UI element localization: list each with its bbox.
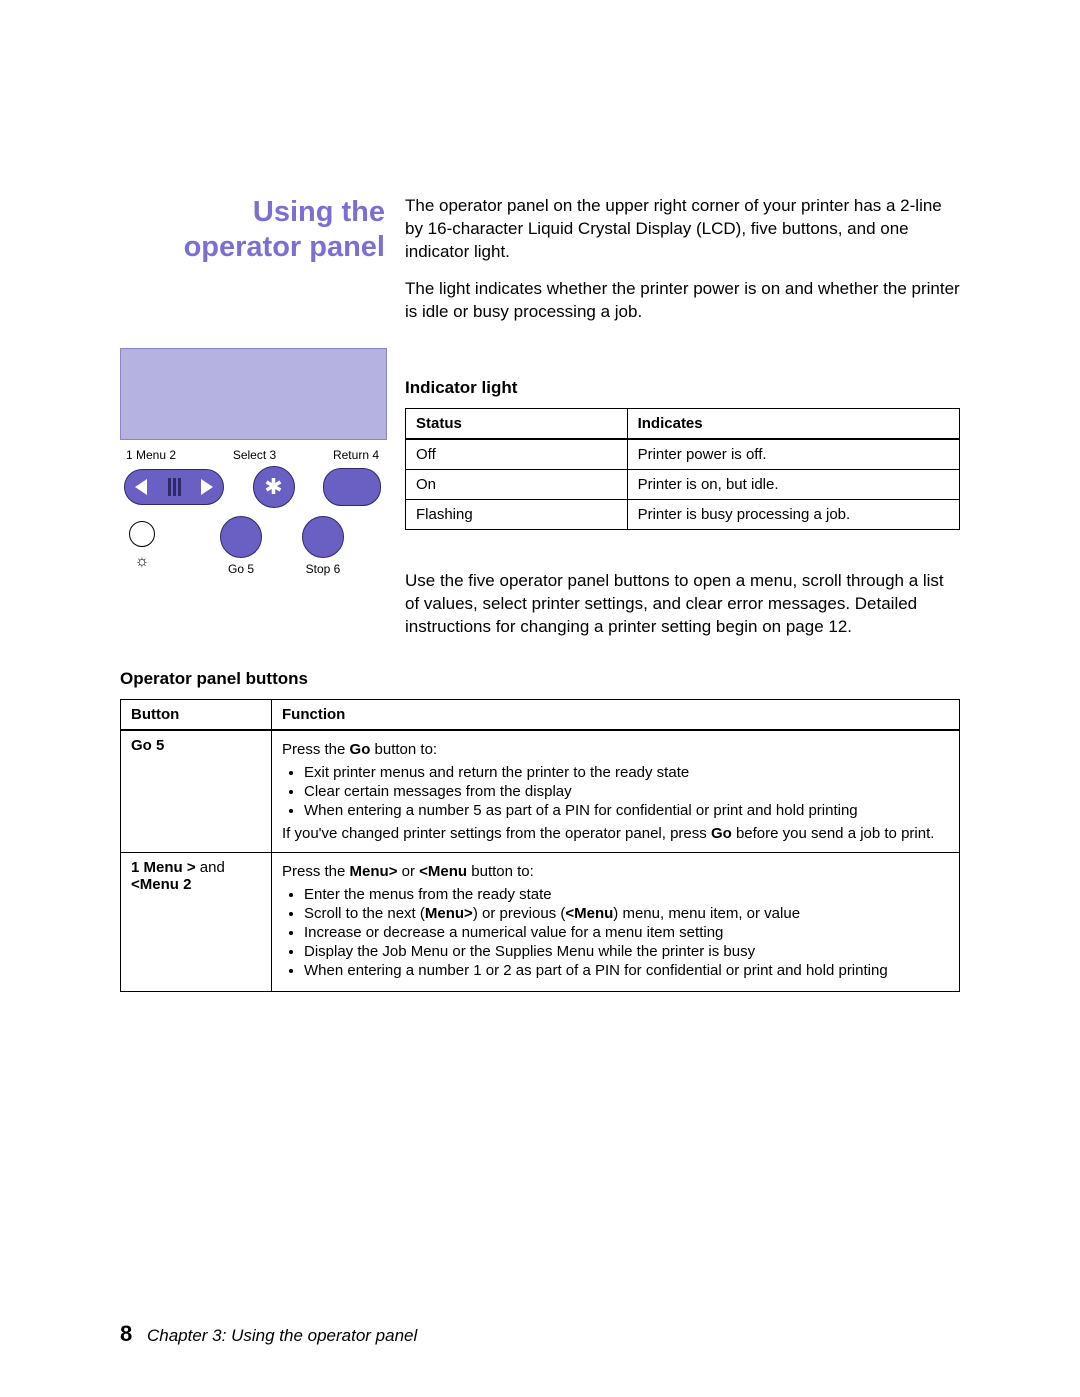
table-row: Go 5 Press the Go button to: Exit printe… <box>121 730 960 853</box>
go-col: Go 5 <box>220 516 262 576</box>
bold-text: Go <box>350 741 371 758</box>
cell-indicates: Printer is on, but idle. <box>627 469 959 499</box>
chapter-title: Chapter 3: Using the operator panel <box>147 1326 417 1345</box>
button-labels-row: 1 Menu 2 Select 3 Return 4 <box>120 448 385 466</box>
col-button: Button <box>121 699 272 730</box>
select-button-icon: ✱ <box>253 466 295 508</box>
cell-status: Flashing <box>406 499 628 529</box>
col-function: Function <box>272 699 960 730</box>
label-menu: 1 Menu 2 <box>126 448 176 462</box>
cell-status: On <box>406 469 628 499</box>
list-item: When entering a number 1 or 2 as part of… <box>304 962 949 979</box>
go-intro: Press the Go button to: <box>282 741 949 758</box>
header-row: Using the operator panel The operator pa… <box>120 195 960 338</box>
intro-text: The operator panel on the upper right co… <box>405 195 960 338</box>
list-item: Exit printer menus and return the printe… <box>304 764 949 781</box>
cell-status: Off <box>406 439 628 470</box>
table-row: Off Printer power is off. <box>406 439 960 470</box>
text: Press the <box>282 741 350 758</box>
list-item: Enter the menus from the ready state <box>304 886 949 903</box>
label-return: Return 4 <box>333 448 379 462</box>
title-line2: operator panel <box>184 231 385 263</box>
list-item: When entering a number 5 as part of a PI… <box>304 802 949 819</box>
return-button-icon <box>323 468 381 506</box>
page-number: 8 <box>120 1321 132 1346</box>
page: Using the operator panel The operator pa… <box>0 0 1080 1397</box>
stop-button-icon <box>302 516 344 558</box>
col-indicates: Indicates <box>627 408 959 439</box>
triangle-right-icon <box>201 479 213 495</box>
table-row: On Printer is on, but idle. <box>406 469 960 499</box>
text: Scroll to the next ( <box>304 905 425 922</box>
text: ) or previous ( <box>473 905 566 922</box>
list-item: Clear certain messages from the display <box>304 783 949 800</box>
bulb-icon: ☼ <box>135 553 150 571</box>
button-row-1: ✱ <box>120 466 385 508</box>
usage-text: Use the five operator panel buttons to o… <box>405 570 960 639</box>
intro-p2: The light indicates whether the printer … <box>405 278 960 324</box>
table-row: Flashing Printer is busy processing a jo… <box>406 499 960 529</box>
button-name-menu: 1 Menu > and <Menu 2 <box>121 852 272 991</box>
buttons-heading: Operator panel buttons <box>120 669 960 689</box>
table-row: 1 Menu > and <Menu 2 Press the Menu> or … <box>121 852 960 991</box>
light-circle-icon <box>129 521 155 547</box>
page-footer: 8 Chapter 3: Using the operator panel <box>120 1321 417 1347</box>
star-icon: ✱ <box>264 474 282 500</box>
cell-indicates: Printer is busy processing a job. <box>627 499 959 529</box>
label-go: Go 5 <box>228 562 254 576</box>
go-tail: If you've changed printer settings from … <box>282 825 949 842</box>
function-go: Press the Go button to: Exit printer men… <box>272 730 960 853</box>
text: before you send a job to print. <box>732 825 935 842</box>
bold-text: <Menu <box>419 863 467 880</box>
stop-col: Stop 6 <box>302 516 344 576</box>
function-menu: Press the Menu> or <Menu button to: Ente… <box>272 852 960 991</box>
text: button to: <box>467 863 534 880</box>
list-item: Display the Job Menu or the Supplies Men… <box>304 943 949 960</box>
mid-row: 1 Menu 2 Select 3 Return 4 ✱ <box>120 348 960 639</box>
indicator-table: Status Indicates Off Printer power is of… <box>405 408 960 530</box>
cell-indicates: Printer power is off. <box>627 439 959 470</box>
bold-text: <Menu 2 <box>131 876 191 893</box>
go-stop-group: Go 5 Stop 6 <box>220 516 344 576</box>
list-item: Increase or decrease a numerical value f… <box>304 924 949 941</box>
buttons-section: Operator panel buttons Button Function G… <box>120 669 960 992</box>
button-name-go: Go 5 <box>121 730 272 853</box>
col-status: Status <box>406 408 628 439</box>
bars-icon <box>168 478 181 496</box>
right-column: Indicator light Status Indicates Off Pri… <box>405 348 960 639</box>
operator-panel-diagram: 1 Menu 2 Select 3 Return 4 ✱ <box>120 348 405 576</box>
list-item: Scroll to the next (Menu>) or previous (… <box>304 905 949 922</box>
menu-intro: Press the Menu> or <Menu button to: <box>282 863 949 880</box>
text: and <box>196 859 225 876</box>
label-stop: Stop 6 <box>306 562 341 576</box>
indicator-heading: Indicator light <box>405 378 960 398</box>
menu-list: Enter the menus from the ready state Scr… <box>282 886 949 979</box>
text: ) menu, menu item, or value <box>613 905 800 922</box>
bold-text: Menu> <box>350 863 398 880</box>
text: or <box>397 863 419 880</box>
button-row-2: ☼ Go 5 Stop 6 <box>120 508 385 576</box>
go-button-icon <box>220 516 262 558</box>
bold-text: Menu> <box>425 905 473 922</box>
title-line1: Using the <box>253 196 385 228</box>
bold-text: Go <box>711 825 732 842</box>
bold-text: 1 Menu > <box>131 859 196 876</box>
text: If you've changed printer settings from … <box>282 825 711 842</box>
label-select: Select 3 <box>233 448 276 462</box>
text: button to: <box>370 741 437 758</box>
text: Press the <box>282 863 350 880</box>
indicator-light-col: ☼ <box>124 521 160 571</box>
go-list: Exit printer menus and return the printe… <box>282 764 949 819</box>
section-title: Using the operator panel <box>120 195 405 265</box>
bold-text: <Menu <box>565 905 613 922</box>
menu-button-icon <box>124 469 224 505</box>
triangle-left-icon <box>135 479 147 495</box>
intro-p1: The operator panel on the upper right co… <box>405 195 960 264</box>
lcd-screen <box>120 348 387 440</box>
buttons-table: Button Function Go 5 Press the Go button… <box>120 699 960 992</box>
